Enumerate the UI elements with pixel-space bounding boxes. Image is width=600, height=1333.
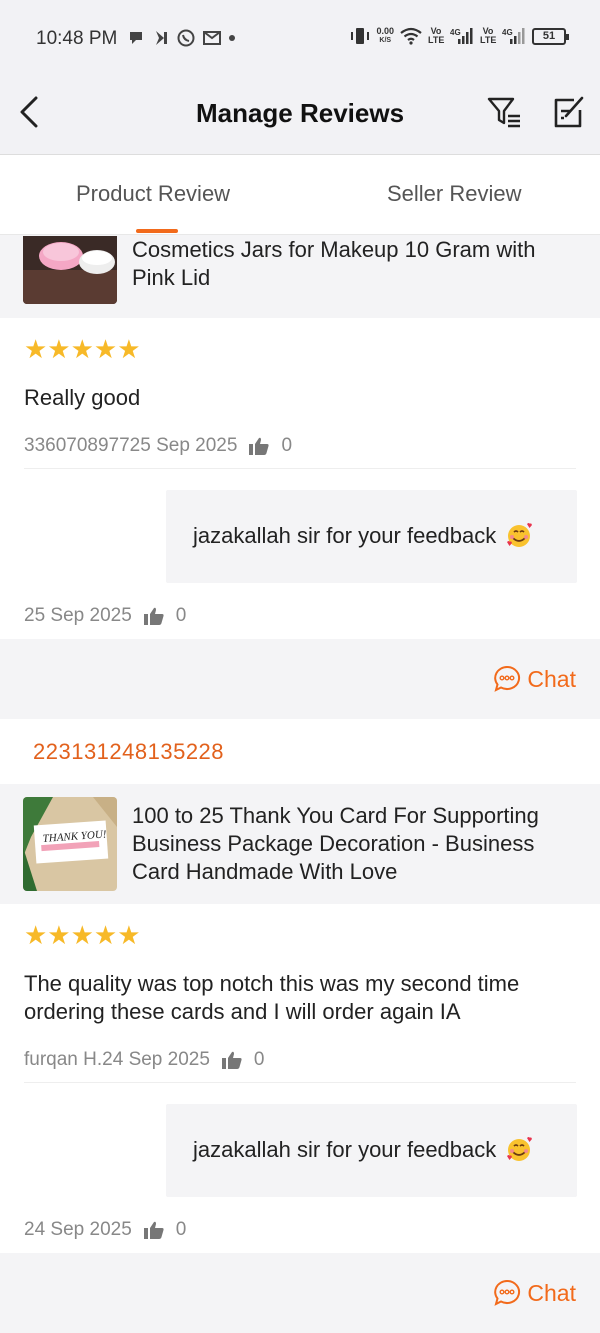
star-rating: ★★★★★ (24, 334, 141, 364)
divider (24, 1082, 576, 1083)
review-card: ★★★★★ The quality was top notch this was… (0, 904, 600, 1253)
like-count: 0 (253, 1049, 265, 1070)
reviewer-date: 336070897725 Sep 2025 (24, 435, 238, 456)
chat-button[interactable]: Chat (493, 665, 576, 693)
review-item: 223131248135228 THANK YOU! 100 to 25 Tha… (0, 719, 600, 1333)
review-list[interactable]: Pack of 12 Empty White Cream Containers … (0, 236, 600, 1333)
reply-like-count: 0 (175, 1219, 187, 1240)
tab-product-review[interactable]: Product Review (76, 181, 230, 207)
review-item: Pack of 12 Empty White Cream Containers … (0, 236, 600, 719)
review-meta: furqan H.24 Sep 2025 0 (24, 1049, 265, 1071)
app-header: Manage Reviews (0, 78, 600, 155)
reply-meta: 24 Sep 2025 0 (24, 1219, 186, 1241)
product-row[interactable]: THANK YOU! 100 to 25 Thank You Card For … (0, 784, 600, 904)
thumbs-up-icon[interactable] (249, 437, 270, 455)
chat-bar: Chat (0, 639, 600, 719)
thumbs-up-icon[interactable] (143, 1221, 164, 1239)
reviewer-date: furqan H.24 Sep 2025 (24, 1049, 210, 1070)
signal-4g-icon-1: 4G (450, 28, 473, 44)
star-rating: ★★★★★ (24, 920, 141, 950)
volte-1: Vo LTE (428, 26, 445, 45)
data-rate: 0.00 K/S (376, 26, 394, 45)
signal-4g-icon-2: 4G (502, 28, 525, 44)
order-id[interactable]: 223131248135228 (33, 739, 224, 765)
review-text: Really good (24, 385, 141, 410)
cream-jar-image (23, 236, 117, 304)
notification-icons (128, 28, 238, 53)
review-card: ★★★★★ Really good 336070897725 Sep 2025 … (0, 318, 600, 639)
product-title: Pack of 12 Empty White Cream Containers … (132, 237, 536, 290)
reply-date: 24 Sep 2025 (24, 1219, 132, 1240)
notification-icons-svg (130, 29, 235, 47)
reply-text: jazakallah sir for your feedback (193, 523, 497, 548)
reply-text: jazakallah sir for your feedback (193, 1137, 497, 1162)
product-thumbnail: THANK YOU! (23, 797, 117, 891)
reply-meta: 25 Sep 2025 0 (24, 605, 186, 627)
thank-you-card-image: THANK YOU! (23, 797, 117, 891)
chat-button[interactable]: Chat (493, 1279, 576, 1307)
review-text: The quality was top notch this was my se… (24, 971, 520, 1024)
battery-icon: 51 (532, 27, 569, 45)
chat-bubble-icon (494, 665, 521, 692)
seller-reply: jazakallah sir for your feedback (166, 1104, 577, 1197)
divider (24, 468, 576, 469)
reply-date: 25 Sep 2025 (24, 605, 132, 626)
wifi-icon (400, 27, 422, 45)
thumbs-up-icon[interactable] (143, 607, 164, 625)
edit-icon[interactable] (552, 94, 586, 130)
review-tabs: Product Review Seller Review (0, 155, 600, 235)
smiling-face-with-hearts-icon (507, 523, 533, 547)
reply-like-count: 0 (175, 605, 187, 626)
chat-bar: Chat (0, 1253, 600, 1333)
status-bar: 10:48 PM 0.00 K/S Vo LTE 4G Vo LTE 4G 51 (0, 0, 600, 78)
reply-text-line: jazakallah sir for your feedback (193, 522, 533, 549)
thumbs-up-icon[interactable] (221, 1051, 242, 1069)
tab-seller-review[interactable]: Seller Review (387, 181, 522, 207)
vibrate-icon (351, 28, 370, 44)
product-thumbnail (23, 236, 117, 304)
filter-icon[interactable] (486, 94, 522, 130)
signal-4g-label-1: 4G (450, 28, 461, 37)
active-tab-indicator (136, 229, 178, 233)
chat-label: Chat (527, 665, 576, 692)
volte-2: Vo LTE (480, 26, 497, 45)
status-right-icons: 0.00 K/S Vo LTE 4G Vo LTE 4G 51 (350, 26, 569, 46)
like-count: 0 (281, 435, 293, 456)
chat-label: Chat (527, 1279, 576, 1306)
smiling-face-with-hearts-icon (507, 1137, 533, 1161)
signal-4g-label-2: 4G (502, 28, 513, 37)
status-time: 10:48 PM (36, 28, 118, 49)
order-header: 223131248135228 (0, 719, 600, 784)
seller-reply: jazakallah sir for your feedback (166, 490, 577, 583)
product-title: 100 to 25 Thank You Card For Supporting … (132, 803, 539, 884)
chat-bubble-icon (494, 1279, 521, 1306)
review-meta: 336070897725 Sep 2025 0 (24, 435, 292, 457)
product-row[interactable]: Pack of 12 Empty White Cream Containers … (0, 236, 600, 318)
reply-text-line: jazakallah sir for your feedback (193, 1136, 533, 1163)
